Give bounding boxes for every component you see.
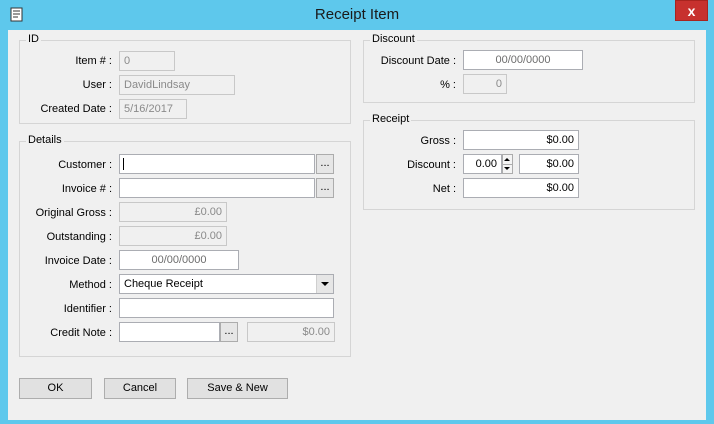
created-date-field: 5/16/2017: [119, 99, 187, 119]
customer-label: Customer :: [58, 159, 112, 171]
spinner-up-icon[interactable]: [504, 156, 511, 164]
credit-note-browse-button[interactable]: ...: [220, 322, 238, 342]
spinner-down-icon[interactable]: [504, 165, 511, 173]
receipt-discount-label: Discount :: [407, 159, 456, 171]
save-and-new-button[interactable]: Save & New: [187, 378, 288, 399]
discount-date-input[interactable]: 00/00/0000: [463, 50, 583, 70]
discount-rate-input[interactable]: 0.00: [463, 154, 502, 174]
credit-note-label: Credit Note :: [50, 327, 112, 339]
receipt-group-legend: Receipt: [370, 113, 412, 125]
receipt-item-window: Receipt Item x ID Item # : 0 User : Davi…: [0, 0, 714, 424]
id-group-legend: ID: [26, 33, 41, 45]
item-number-label: Item # :: [75, 55, 112, 67]
discount-percent-label: % :: [440, 79, 456, 91]
user-field: DavidLindsay: [119, 75, 235, 95]
discount-date-label: Discount Date :: [380, 55, 456, 67]
outstanding-field: £0.00: [119, 226, 227, 246]
discount-amount-input[interactable]: $0.00: [519, 154, 579, 174]
dialog-body: ID Item # : 0 User : DavidLindsay Create…: [8, 30, 706, 420]
credit-note-amount-field: $0.00: [247, 322, 335, 342]
close-button[interactable]: x: [675, 0, 708, 21]
discount-percent-field: 0: [463, 74, 507, 94]
gross-input[interactable]: $0.00: [463, 130, 579, 150]
invoice-number-label: Invoice # :: [61, 183, 112, 195]
invoice-date-label: Invoice Date :: [44, 255, 112, 267]
invoice-browse-button[interactable]: ...: [316, 178, 334, 198]
credit-note-input[interactable]: [119, 322, 220, 342]
gross-label: Gross :: [420, 135, 456, 147]
chevron-down-icon[interactable]: [316, 275, 333, 293]
method-label: Method :: [69, 279, 112, 291]
invoice-date-input[interactable]: 00/00/0000: [119, 250, 239, 270]
item-number-field: 0: [119, 51, 175, 71]
invoice-number-input[interactable]: [119, 178, 315, 198]
identifier-label: Identifier :: [63, 303, 112, 315]
ok-button[interactable]: OK: [19, 378, 92, 399]
outstanding-label: Outstanding :: [46, 231, 112, 243]
customer-browse-button[interactable]: ...: [316, 154, 334, 174]
title-bar: Receipt Item x: [0, 0, 714, 30]
cancel-button[interactable]: Cancel: [104, 378, 176, 399]
discount-group-legend: Discount: [370, 33, 417, 45]
created-date-label: Created Date :: [40, 103, 112, 115]
original-gross-label: Original Gross :: [35, 207, 112, 219]
net-input[interactable]: $0.00: [463, 178, 579, 198]
user-label: User :: [82, 79, 112, 91]
details-group-legend: Details: [26, 134, 64, 146]
method-select-value: Cheque Receipt: [124, 278, 203, 290]
original-gross-field: £0.00: [119, 202, 227, 222]
identifier-input[interactable]: [119, 298, 334, 318]
customer-input[interactable]: [119, 154, 315, 174]
net-label: Net :: [432, 183, 456, 195]
window-title: Receipt Item: [314, 6, 400, 23]
method-select[interactable]: Cheque Receipt: [119, 274, 334, 294]
discount-rate-spinner[interactable]: [502, 154, 513, 174]
